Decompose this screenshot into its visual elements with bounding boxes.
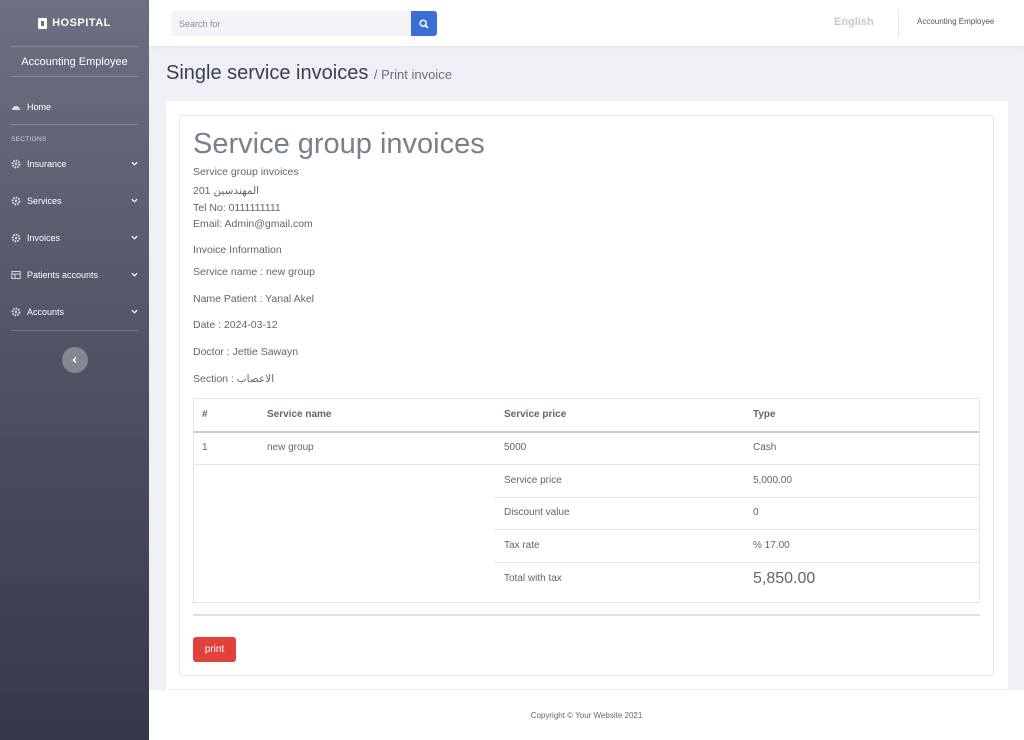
sidebar-item-accounts[interactable]: Accounts [0,293,149,330]
table-cell: 1 [202,442,208,453]
gear-icon [11,307,21,316]
invoice-service-name: Service name : new group [193,266,315,278]
sidebar-item-label: Services [27,195,62,206]
dashboard-icon [12,106,20,110]
summary-value: 0 [753,507,759,518]
summary-value: 5,000.00 [753,475,792,486]
sidebar-item-services[interactable]: Services [0,182,149,219]
invoice-card: Service group invoices Service group inv… [179,115,994,676]
summary-label: Total with tax [504,573,562,584]
divider [494,497,980,498]
gear-icon [11,233,21,242]
topbar: English Accounting Employee [149,0,1024,46]
total-value: 5,850.00 [753,570,816,587]
invoice-info-heading: Invoice Information [193,244,282,256]
sidebar-toggle-button[interactable] [62,347,88,373]
table-header: Service price [504,409,567,420]
sidebar-item-label: Home [27,102,52,112]
search-input[interactable] [171,11,411,36]
invoice-title: Service group invoices [193,128,485,160]
invoice-subtitle: Service group invoices [193,166,299,178]
invoice-phone: Tel No: 0111111111 [193,202,281,214]
page-title-text: Single service invoices [166,62,369,84]
divider [11,330,138,331]
language-switcher[interactable]: English [834,16,874,28]
footer: Copyright © Your Website 2021 [149,690,1024,740]
gear-icon [11,196,21,205]
table-cell: 5000 [504,442,527,453]
chevron-down-icon [131,161,138,166]
invoice-table: # Service name Service price Type 1 new … [193,398,980,603]
divider [494,529,980,530]
divider [194,431,979,433]
summary-label: Service price [504,475,562,486]
search-icon [419,18,429,29]
table-cell: new group [267,442,314,453]
sidebar-item-invoices[interactable]: Invoices [0,219,149,256]
sidebar-item-label: Insurance [27,158,67,169]
sidebar-item-label: Invoices [27,232,61,243]
hospital-icon [38,17,48,29]
table-cell: Cash [753,442,777,453]
search-bar [171,11,437,36]
table-header: Type [753,409,776,420]
print-button[interactable]: print [193,637,236,662]
divider [898,10,899,36]
table-header: # [202,409,208,420]
invoice-address: 201 المهندسين [193,185,260,197]
sidebar: HOSPITAL Accounting Employee Home SECTIO… [0,0,149,740]
sidebar-item-home[interactable]: Home [0,90,149,124]
summary-label: Tax rate [504,540,540,551]
summary-label: Discount value [504,507,570,518]
gear-icon [11,159,21,168]
main-panel: Service group invoices Service group inv… [166,101,1008,689]
chevron-left-icon [72,356,77,364]
invoice-patient: Name Patient : Yanal Akel [193,293,315,305]
sidebar-section-label: SECTIONS [11,136,47,143]
summary-value: % 17.00 [753,540,790,551]
copyright-text: Copyright © Your Website 2021 [530,710,643,720]
chevron-down-icon [131,235,138,240]
page-title: Single service invoices / Print invoice [166,62,452,85]
invoice-doctor: Doctor : Jettie Sawayn [193,346,299,358]
chevron-down-icon [131,309,138,314]
sidebar-item-label: Patients accounts [27,269,99,280]
chevron-down-icon [131,272,138,277]
divider [494,562,980,563]
divider [193,614,980,616]
invoice-email: Email: Admin@gmail.com [193,218,313,230]
user-menu[interactable]: Accounting Employee [917,17,994,26]
invoice-date: Date : 2024-03-12 [193,319,278,331]
sidebar-item-patients-accounts[interactable]: Patients accounts [0,256,149,293]
table-header: Service name [267,409,332,420]
sidebar-item-insurance[interactable]: Insurance [0,145,149,182]
sidebar-item-label: Accounts [27,306,65,317]
divider [194,464,979,465]
chevron-down-icon [131,198,138,203]
brand-name: HOSPITAL [52,17,111,29]
search-button[interactable] [411,11,437,36]
breadcrumb: / Print invoice [373,67,452,82]
sidebar-user-name: Accounting Employee [21,55,128,68]
brand-logo[interactable]: HOSPITAL [0,0,149,46]
invoice-section: Section : الاعصاب [193,373,275,385]
table-icon [11,270,21,279]
divider [11,76,138,77]
